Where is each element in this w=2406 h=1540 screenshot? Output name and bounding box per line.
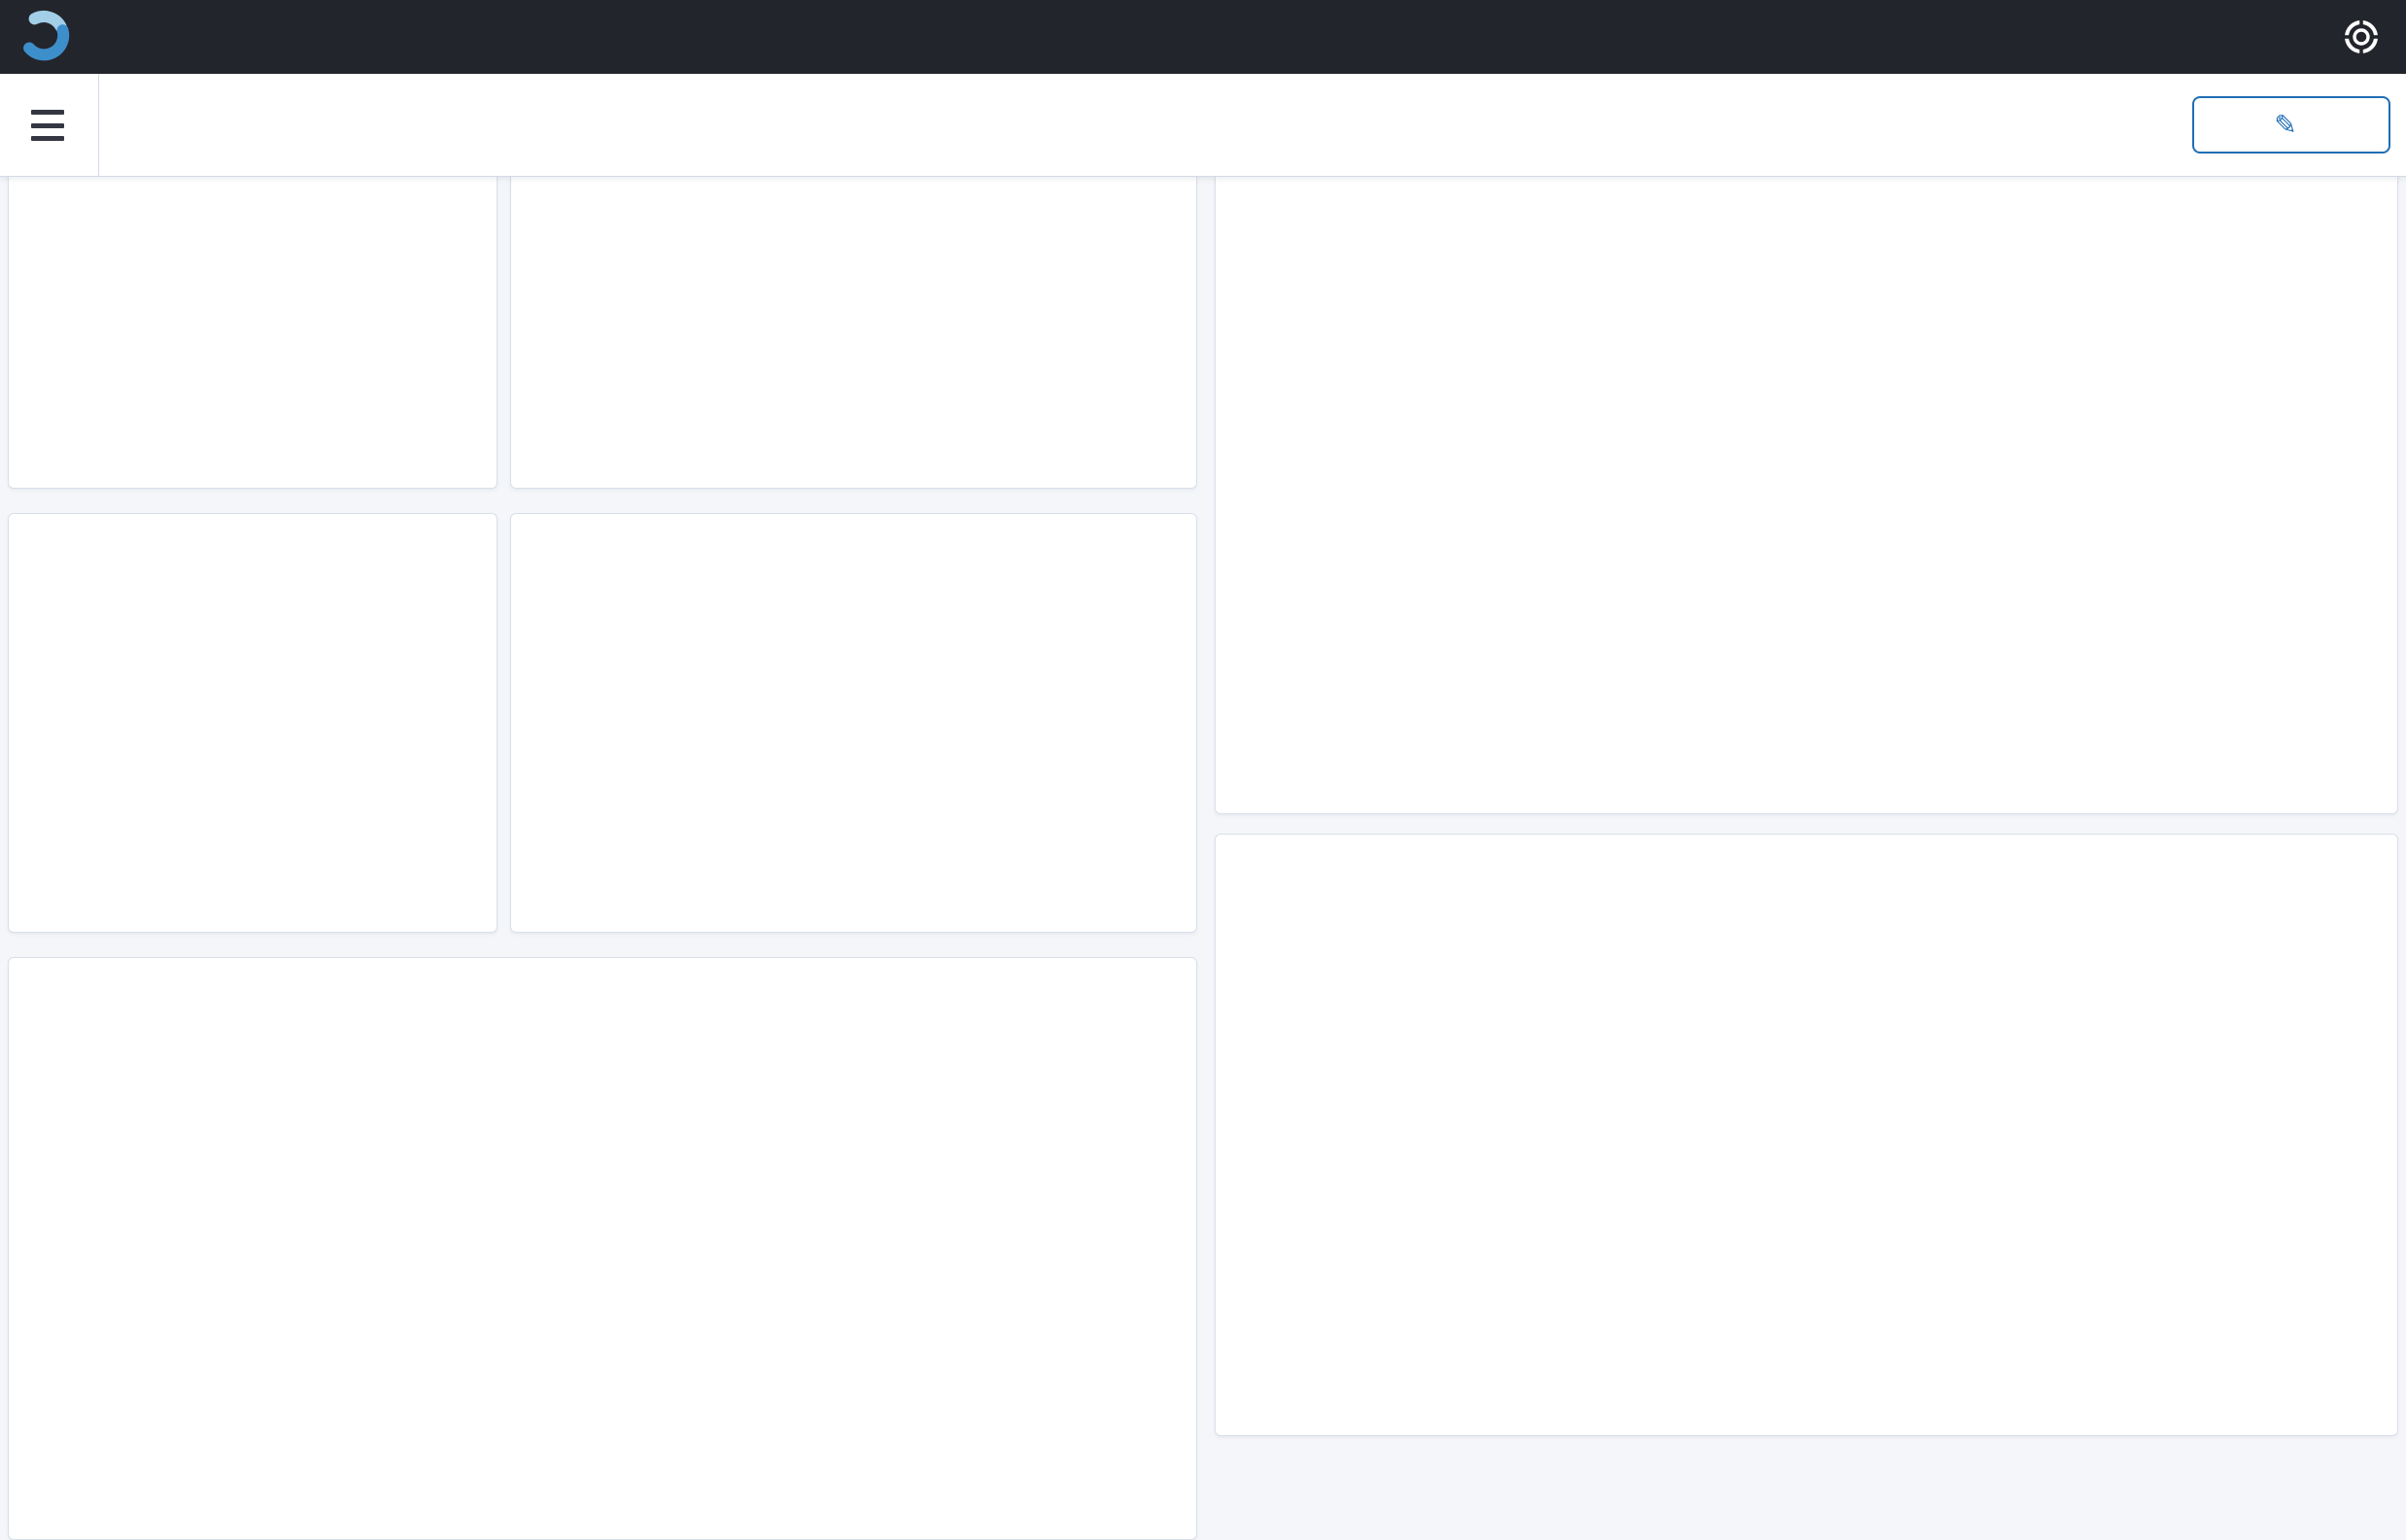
panel-percent-delays — [1215, 97, 2398, 814]
logo-text — [86, 13, 95, 59]
hamburger-menu-button[interactable] — [27, 106, 70, 145]
pencil-icon: ✎ — [2274, 109, 2296, 141]
delay-type-stacked-chart[interactable] — [1216, 835, 2398, 1436]
hamburger-icon — [31, 110, 64, 115]
breadcrumb — [110, 74, 137, 177]
edit-button[interactable]: ✎ — [2192, 96, 2390, 154]
total-cancellations-gauge[interactable] — [9, 514, 498, 933]
nav-divider — [98, 74, 99, 177]
opensearch-logo-icon — [16, 8, 72, 64]
help-menu-button[interactable] — [2338, 14, 2385, 60]
dashboard-navbar: ✎ — [0, 74, 2406, 177]
life-ring-icon — [2339, 15, 2384, 59]
percent-delays-area-chart[interactable] — [1216, 98, 2398, 814]
opensearch-logo[interactable] — [16, 8, 95, 64]
panel-delay-buckets — [8, 957, 1197, 1540]
panel-flight-cancellations — [510, 513, 1197, 933]
flight-cancellations-bar-chart[interactable] — [511, 514, 1196, 933]
legend-dot-percent-delays — [1291, 749, 1313, 770]
app-header — [0, 0, 2406, 74]
nav-actions — [2006, 74, 2163, 177]
delay-buckets-bar-chart[interactable] — [9, 958, 1197, 1540]
area-legend — [1291, 739, 2360, 782]
panel-delay-type — [1215, 834, 2398, 1436]
panel-total-cancellations — [8, 513, 498, 933]
